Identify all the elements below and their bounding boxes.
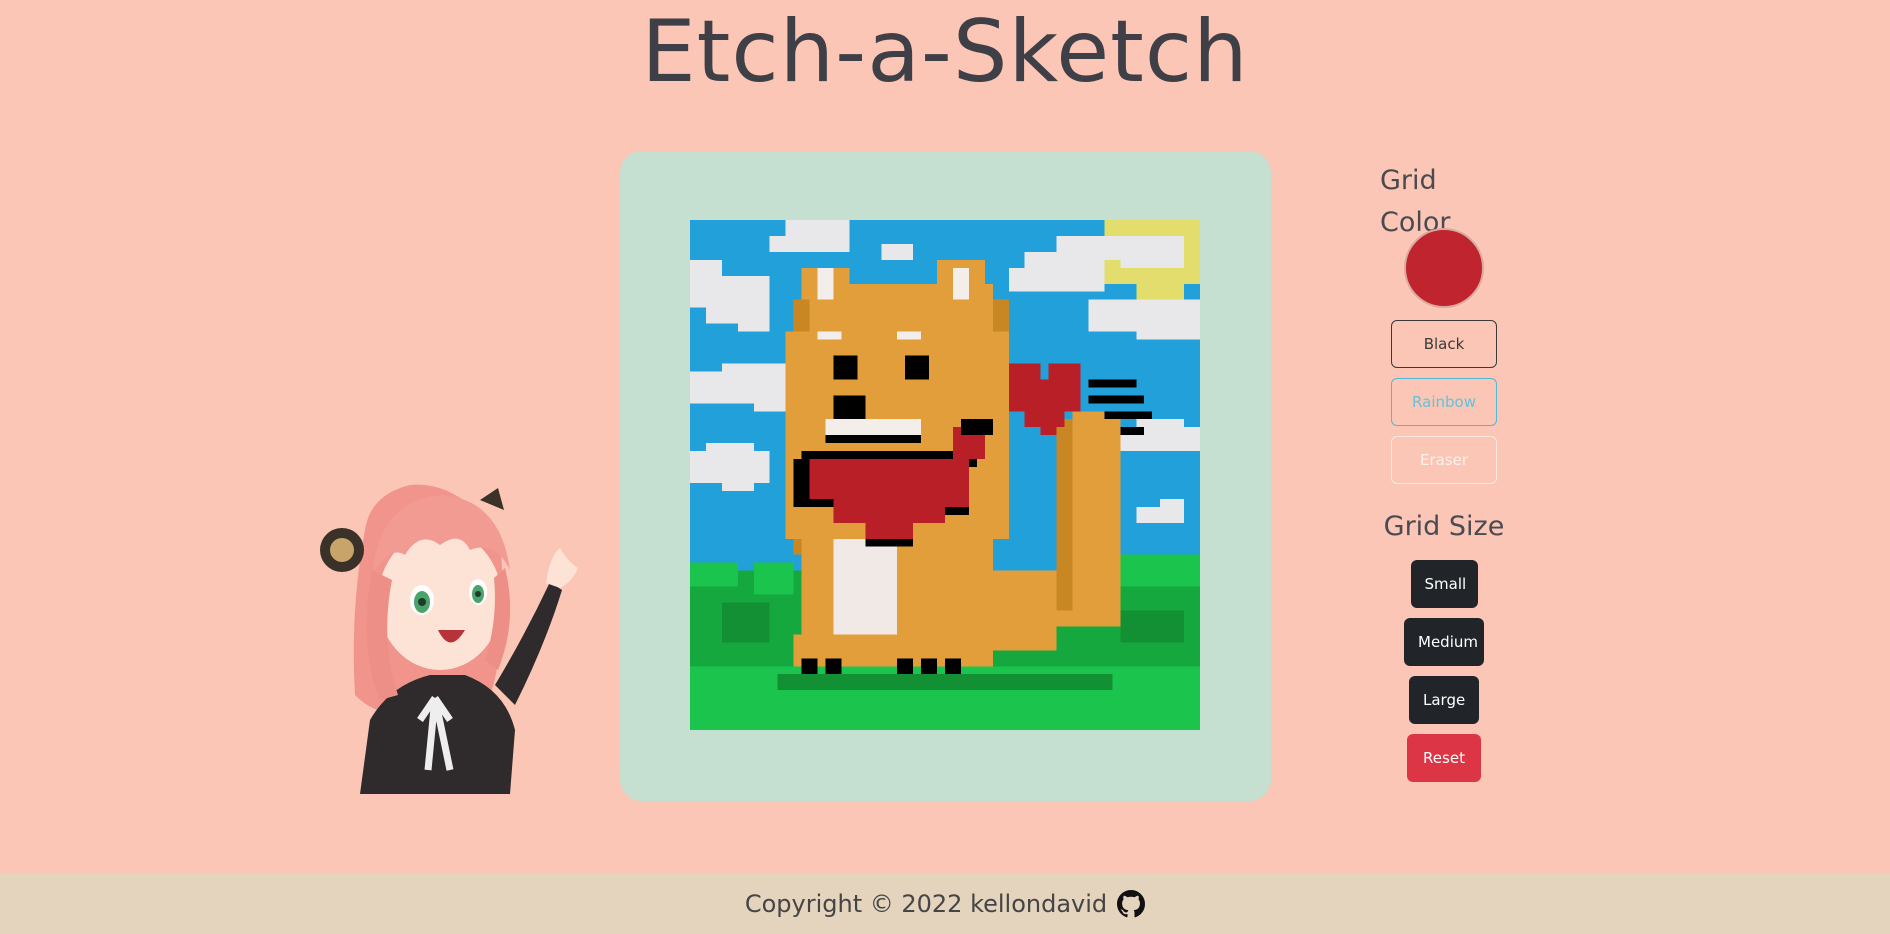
anime-girl-illustration: [320, 484, 578, 794]
black-button[interactable]: Black: [1391, 320, 1497, 368]
footer: Copyright © 2022 kellondavid: [0, 874, 1890, 934]
eraser-button[interactable]: Eraser: [1391, 436, 1497, 484]
large-size-button[interactable]: Large: [1409, 676, 1479, 724]
page: Etch-a-Sketch Grid Color Black Rainbow E…: [0, 0, 1890, 934]
control-panel: Grid Color Black Rainbow Eraser Grid Siz…: [1380, 160, 1508, 782]
sketch-board: [620, 151, 1271, 801]
rainbow-button[interactable]: Rainbow: [1391, 378, 1497, 426]
grid-size-heading: Grid Size: [1383, 511, 1505, 542]
grid-color-heading: Grid Color: [1380, 165, 1451, 238]
github-icon[interactable]: [1117, 890, 1146, 918]
small-size-button[interactable]: Small: [1410, 560, 1478, 608]
medium-size-button[interactable]: Medium: [1404, 618, 1484, 666]
copyright-text: Copyright © 2022 kellondavid: [744, 890, 1108, 918]
pixel-grid[interactable]: [690, 220, 1200, 730]
drawing-canvas[interactable]: [690, 220, 1200, 730]
page-title: Etch-a-Sketch: [641, 2, 1249, 102]
reset-button[interactable]: Reset: [1407, 734, 1481, 782]
color-picker[interactable]: [1404, 228, 1484, 308]
